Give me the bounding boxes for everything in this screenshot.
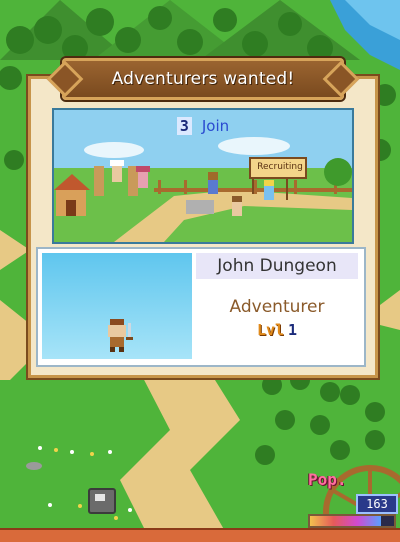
adventurer-name-box: John Dungeon — [196, 253, 358, 279]
dialog-title-banner: Adventurers wanted! — [62, 58, 344, 100]
recruiting-sign: Recruiting — [257, 162, 303, 172]
adventurer-class: Adventurer — [229, 297, 325, 317]
join-counter: 3 Join — [54, 116, 352, 136]
join-label: Join — [201, 117, 230, 135]
menu-icon[interactable] — [88, 488, 116, 514]
level-label: Lvl — [256, 321, 285, 339]
level-value: 1 — [288, 321, 298, 339]
population-label: Pop. — [308, 470, 347, 489]
adventurer-name: John Dungeon — [217, 256, 337, 276]
adventurer-portrait — [42, 253, 192, 359]
adventurer-card[interactable]: John Dungeon Adventurer Lvl 1 — [36, 247, 366, 367]
population-bar-fill — [310, 516, 382, 526]
population-count: 163 — [356, 494, 398, 514]
dialog-title: Adventurers wanted! — [111, 69, 295, 89]
adventurer-level: Lvl 1 — [196, 321, 358, 339]
adventurer-sprite — [108, 319, 133, 352]
recruit-scene: 3 Join Recruiting — [52, 108, 354, 244]
join-count: 3 — [176, 117, 192, 135]
population-bar — [308, 514, 396, 528]
